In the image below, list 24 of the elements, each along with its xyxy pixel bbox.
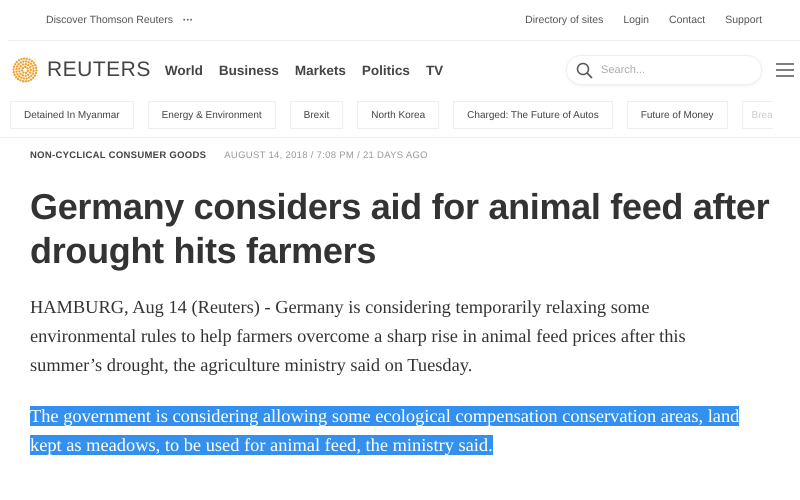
nav-link[interactable]: TV <box>426 62 444 78</box>
nav-link[interactable]: World <box>164 62 203 78</box>
nav-link[interactable]: Markets <box>294 62 346 78</box>
topic-tag[interactable]: Detained In Myanmar <box>10 101 134 129</box>
headline: Germany considers aid for animal feed after drought hits farmers <box>30 185 770 273</box>
paragraph: HAMBURG, Aug 14 (Reuters) - Germany is considering temporarily relaxing some environmental rules to help farmers overcome a sharp rise in animal feed prices after this summer’s drought, the agriculture ministry said on Tuesday. <box>30 296 687 377</box>
topic-tag[interactable]: Energy & Environment <box>148 101 276 129</box>
discover-link[interactable]: Discover Thomson Reuters <box>46 14 174 26</box>
nav-link[interactable]: Business <box>218 62 279 78</box>
topic-tag[interactable]: Brexit <box>290 101 344 129</box>
utility-link[interactable]: Login <box>623 14 650 26</box>
utility-link[interactable]: Support <box>725 14 762 26</box>
logo-text[interactable]: REUTERS <box>47 58 151 82</box>
dateline: AUGUST 14, 2018 / 7:08 PM / 21 DAYS AGO <box>224 150 428 161</box>
nav-link[interactable]: Politics <box>362 62 410 78</box>
selected-paragraph: The government is considering allowing some ecological compensation conservation areas, land kept as meadows, to be used for animal feed, the ministry said. <box>30 405 740 457</box>
menu-icon[interactable] <box>776 62 794 78</box>
category-label[interactable]: NON-CYCLICAL CONSUMER GOODS <box>30 150 206 161</box>
search-field[interactable]: Search... <box>566 55 762 85</box>
utility-link[interactable]: Contact <box>669 14 706 26</box>
utility-link[interactable]: Directory of sites <box>525 14 604 26</box>
topic-tag[interactable]: North Korea <box>357 101 440 129</box>
topic-tag[interactable]: Future of Money <box>626 101 728 129</box>
topic-tag[interactable]: Charged: The Future of Autos <box>453 101 613 129</box>
